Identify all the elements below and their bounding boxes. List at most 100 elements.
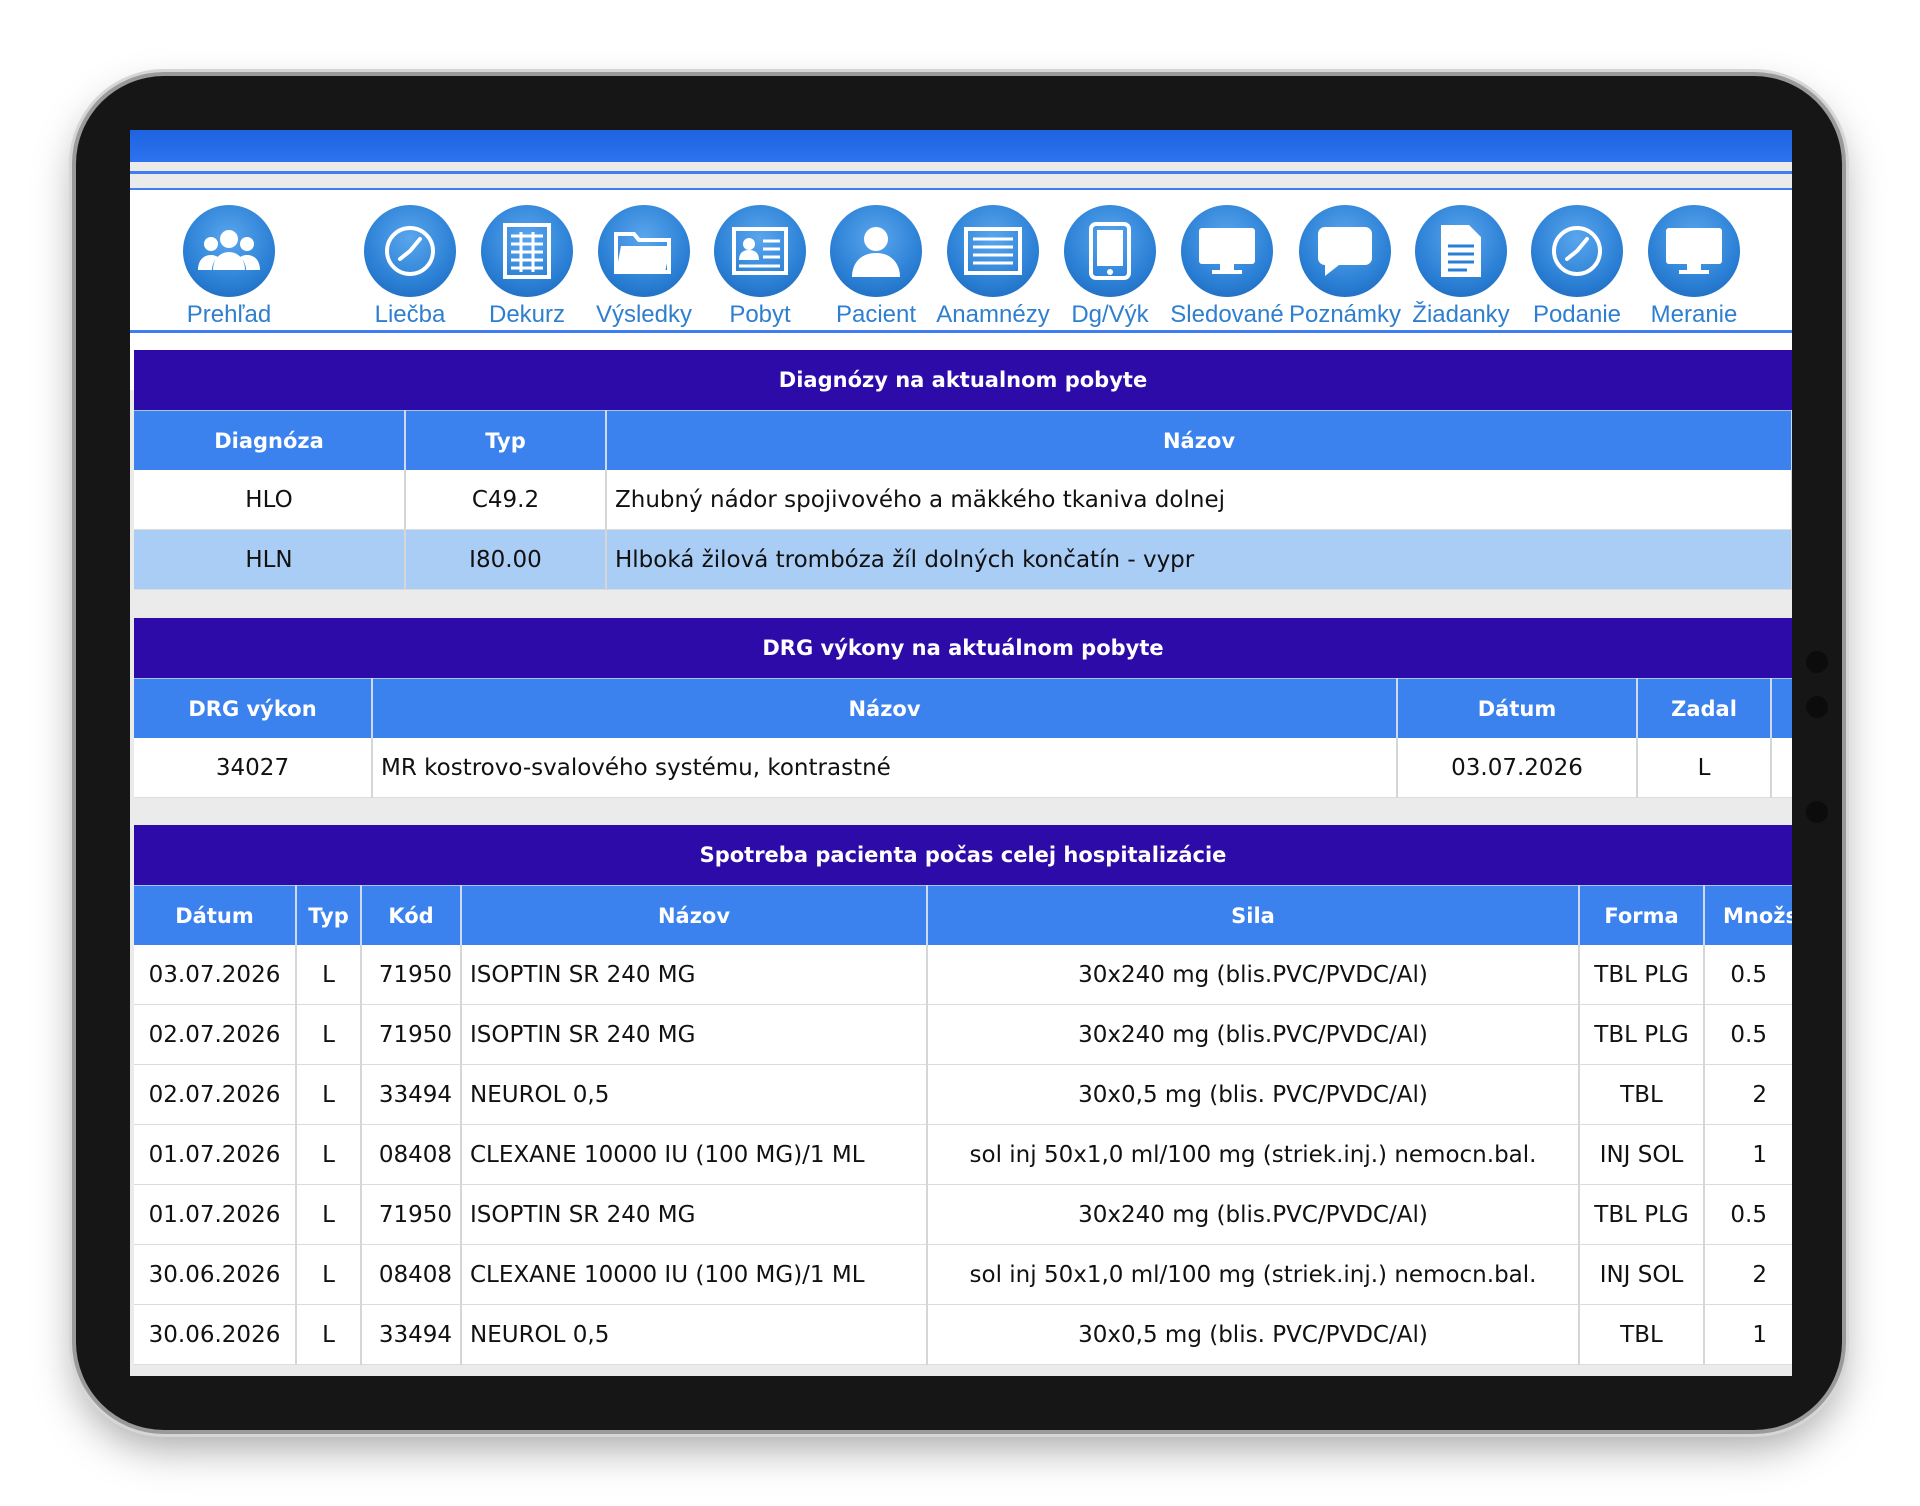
app-screen: Prehľad Liečba Dekurz Výsledky Pobyt Pac…: [130, 130, 1792, 1376]
column-header[interactable]: Kód: [361, 885, 462, 945]
nav-meranie[interactable]: Meranie: [1632, 205, 1756, 329]
nav-label: Pobyt: [729, 301, 791, 328]
nav-dekurz[interactable]: Dekurz: [465, 205, 589, 329]
nav-vysledky[interactable]: Výsledky: [582, 205, 706, 329]
drug-name-cell: NEUROL 0,5: [461, 1064, 928, 1125]
nav-anamnezy[interactable]: Anamnézy: [931, 205, 1055, 329]
form-cell: INJ SOL: [1579, 1244, 1705, 1305]
column-header[interactable]: DRG výkon: [134, 678, 373, 738]
form-cell: INJ SOL: [1579, 1124, 1705, 1185]
strength-cell: 30x240 mg (blis.PVC/PVDC/Al): [927, 1004, 1580, 1065]
form-cell: TBL: [1579, 1064, 1705, 1125]
code-cell: 71950: [361, 945, 462, 1005]
table-row[interactable]: HLO C49.2 Zhubný nádor spojivového a mäk…: [134, 470, 1792, 530]
consumption-title: Spotreba pacienta počas celej hospitaliz…: [134, 825, 1792, 885]
folder-icon: [598, 205, 690, 297]
nav-label: Meranie: [1650, 301, 1738, 328]
date-cell: 01.07.2026: [134, 1124, 297, 1185]
drug-name-cell: CLEXANE 10000 IU (100 MG)/1 ML: [461, 1244, 928, 1305]
strength-cell: sol inj 50x1,0 ml/100 mg (striek.inj.) n…: [927, 1124, 1580, 1185]
diagnosis-name-cell: Zhubný nádor spojivového a mäkkého tkani…: [606, 470, 1792, 530]
quantity-cell: 0.5: [1704, 1184, 1792, 1245]
consumption-table: Dátum Typ Kód Názov Sila Forma Množs 03.…: [134, 885, 1792, 1365]
type-cell: L: [296, 1244, 362, 1305]
column-header[interactable]: Názov: [461, 885, 928, 945]
table-row[interactable]: 02.07.2026 L 33494 NEUROL 0,5 30x0,5 mg (bli…: [134, 1064, 1792, 1125]
camera-dot: [1806, 801, 1828, 823]
column-header[interactable]: Množs: [1704, 885, 1792, 945]
consumption-section: Spotreba pacienta počas celej hospitaliz…: [134, 825, 1792, 1365]
drg-table: DRG výkon Názov Dátum Zadal 34027 MR kos…: [134, 678, 1792, 798]
nav-label: Výsledky: [595, 301, 693, 328]
drug-name-cell: CLEXANE 10000 IU (100 MG)/1 ML: [461, 1124, 928, 1185]
monitor-icon: [1181, 205, 1273, 297]
column-header[interactable]: Typ: [296, 885, 362, 945]
divider: [130, 330, 1792, 333]
column-header[interactable]: Dátum: [1397, 678, 1638, 738]
strength-cell: sol inj 50x1,0 ml/100 mg (striek.inj.) n…: [927, 1244, 1580, 1305]
table-header-row: Dátum Typ Kód Názov Sila Forma Množs: [134, 885, 1792, 945]
table-header-row: Diagnóza Typ Názov: [134, 410, 1792, 470]
nav-dg-vyk[interactable]: Dg/Výk: [1048, 205, 1172, 329]
type-cell: L: [296, 1304, 362, 1365]
nav-prehlad[interactable]: Prehľad: [167, 205, 291, 329]
code-cell: 08408: [361, 1124, 462, 1185]
monitor-icon: [1648, 205, 1740, 297]
date-cell: 30.06.2026: [134, 1244, 297, 1305]
users-icon: [183, 205, 275, 297]
table-row[interactable]: 30.06.2026 L 08408 CLEXANE 10000 IU (100 MG…: [134, 1244, 1792, 1305]
grid-document-icon: [481, 205, 573, 297]
column-header[interactable]: Diagnóza: [134, 410, 406, 470]
clock-icon: [1531, 205, 1623, 297]
column-header[interactable]: Sila: [927, 885, 1580, 945]
table-row[interactable]: 01.07.2026 L 71950 ISOPTIN SR 240 MG 30x240 …: [134, 1184, 1792, 1245]
nav-ziadanky[interactable]: Žiadanky: [1399, 205, 1523, 329]
camera-dot: [1806, 651, 1828, 673]
table-row[interactable]: 03.07.2026 L 71950 ISOPTIN SR 240 MG 30x240 …: [134, 945, 1792, 1005]
drg-date-cell: 03.07.2026: [1397, 738, 1638, 798]
date-cell: 03.07.2026: [134, 945, 297, 1005]
table-row[interactable]: HLN I80.00 Hlboká žilová trombóza žíl do…: [134, 529, 1792, 590]
drug-name-cell: ISOPTIN SR 240 MG: [461, 1184, 928, 1245]
column-header[interactable]: Forma: [1579, 885, 1705, 945]
column-header[interactable]: Názov: [372, 678, 1398, 738]
drg-extra-cell: [1771, 738, 1792, 798]
strength-cell: 30x0,5 mg (blis. PVC/PVDC/Al): [927, 1304, 1580, 1365]
nav-label: Poznámky: [1288, 301, 1402, 328]
nav-pobyt[interactable]: Pobyt: [698, 205, 822, 329]
diagnosis-name-cell: Hlboká žilová trombóza žíl dolných konča…: [606, 529, 1792, 590]
nav-pacient[interactable]: Pacient: [814, 205, 938, 329]
column-header[interactable]: Dátum: [134, 885, 297, 945]
nav-poznamky[interactable]: Poznámky: [1283, 205, 1407, 329]
type-cell: L: [296, 1184, 362, 1245]
nav-sledovane[interactable]: Sledované: [1165, 205, 1289, 329]
table-row[interactable]: 30.06.2026 L 33494 NEUROL 0,5 30x0,5 mg (bli…: [134, 1304, 1792, 1365]
diagnoses-title: Diagnózy na aktualnom pobyte: [134, 350, 1792, 410]
drg-section: DRG výkony na aktuálnom pobyte DRG výkon…: [134, 618, 1792, 798]
table-row[interactable]: 34027 MR kostrovo-svalového systému, kon…: [134, 738, 1792, 798]
nav-label: Podanie: [1532, 301, 1622, 328]
drug-name-cell: ISOPTIN SR 240 MG: [461, 1004, 928, 1065]
column-header[interactable]: Typ: [405, 410, 607, 470]
strength-cell: 30x0,5 mg (blis. PVC/PVDC/Al): [927, 1064, 1580, 1125]
nav-label: Prehľad: [186, 301, 272, 328]
column-header[interactable]: Názov: [606, 410, 1792, 470]
nav-podanie[interactable]: Podanie: [1515, 205, 1639, 329]
code-cell: 08408: [361, 1244, 462, 1305]
code-cell: 71950: [361, 1004, 462, 1065]
date-cell: 02.07.2026: [134, 1064, 297, 1125]
table-row[interactable]: 02.07.2026 L 71950 ISOPTIN SR 240 MG 30x240 …: [134, 1004, 1792, 1065]
tablet-icon: [1064, 205, 1156, 297]
column-header: [1771, 678, 1792, 738]
column-header[interactable]: Zadal: [1637, 678, 1772, 738]
table-row[interactable]: 01.07.2026 L 08408 CLEXANE 10000 IU (100 MG…: [134, 1124, 1792, 1185]
form-cell: TBL: [1579, 1304, 1705, 1365]
strength-cell: 30x240 mg (blis.PVC/PVDC/Al): [927, 945, 1580, 1005]
form-cell: TBL PLG: [1579, 1184, 1705, 1245]
code-cell: 33494: [361, 1064, 462, 1125]
nav-label: Anamnézy: [936, 301, 1050, 328]
nav-label: Dg/Výk: [1071, 301, 1149, 328]
form-cell: TBL PLG: [1579, 945, 1705, 1005]
quantity-cell: 2: [1704, 1064, 1792, 1125]
nav-liecba[interactable]: Liečba: [348, 205, 472, 329]
